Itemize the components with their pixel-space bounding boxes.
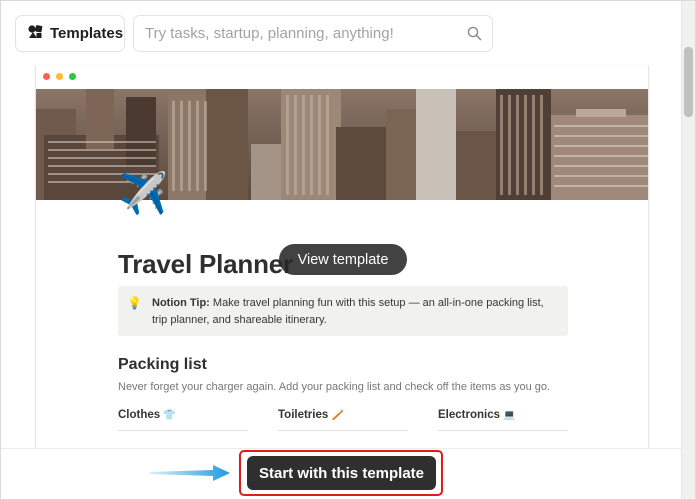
- divider: [118, 430, 248, 431]
- templates-button[interactable]: Templates: [15, 15, 125, 52]
- preview-window-bar: [36, 66, 648, 89]
- laptop-icon: 💻: [503, 410, 516, 421]
- column-clothes: Clothes 👕: [118, 409, 176, 421]
- packing-list-heading: Packing list: [118, 356, 207, 373]
- window-minimize-dot: [56, 73, 63, 80]
- lightbulb-icon: 💡: [127, 296, 142, 310]
- packing-list-description: Never forget your charger again. Add you…: [118, 381, 551, 393]
- toothbrush-icon: 🪥: [331, 410, 344, 421]
- page-title: Travel Planner: [118, 249, 293, 279]
- top-bar: Templates: [1, 1, 683, 65]
- template-preview[interactable]: ✈️ Travel Planner View template 💡 Notion…: [35, 66, 649, 456]
- template-gallery-window: Templates Try tasks, startup, planning, …: [0, 0, 696, 500]
- column-electronics: Electronics 💻: [438, 409, 516, 421]
- view-template-button[interactable]: View template: [279, 244, 407, 275]
- divider: [438, 430, 568, 431]
- window-maximize-dot: [69, 73, 76, 80]
- start-with-template-button[interactable]: Start with this template: [247, 456, 436, 490]
- scrollbar[interactable]: [681, 1, 695, 499]
- shirt-icon: 👕: [163, 410, 176, 421]
- search-box[interactable]: [133, 15, 493, 52]
- column-label: Toiletries: [278, 409, 329, 421]
- search-icon[interactable]: [467, 26, 482, 46]
- tip-label: Notion Tip:: [152, 297, 210, 309]
- search-input[interactable]: [145, 16, 455, 51]
- notion-tip-callout: 💡 Notion Tip: Make travel planning fun w…: [118, 286, 568, 336]
- column-label: Clothes: [118, 409, 161, 421]
- airplane-icon: ✈️: [118, 172, 168, 216]
- templates-shapes-icon: [27, 24, 44, 44]
- scrollbar-thumb[interactable]: [684, 47, 693, 117]
- divider: [278, 430, 408, 431]
- column-label: Electronics: [438, 409, 500, 421]
- templates-label: Templates: [50, 25, 124, 42]
- pointer-arrow-icon: [149, 464, 231, 487]
- window-close-dot: [43, 73, 50, 80]
- column-toiletries: Toiletries 🪥: [278, 409, 344, 421]
- tip-text: Make travel planning fun with this setup…: [152, 297, 544, 326]
